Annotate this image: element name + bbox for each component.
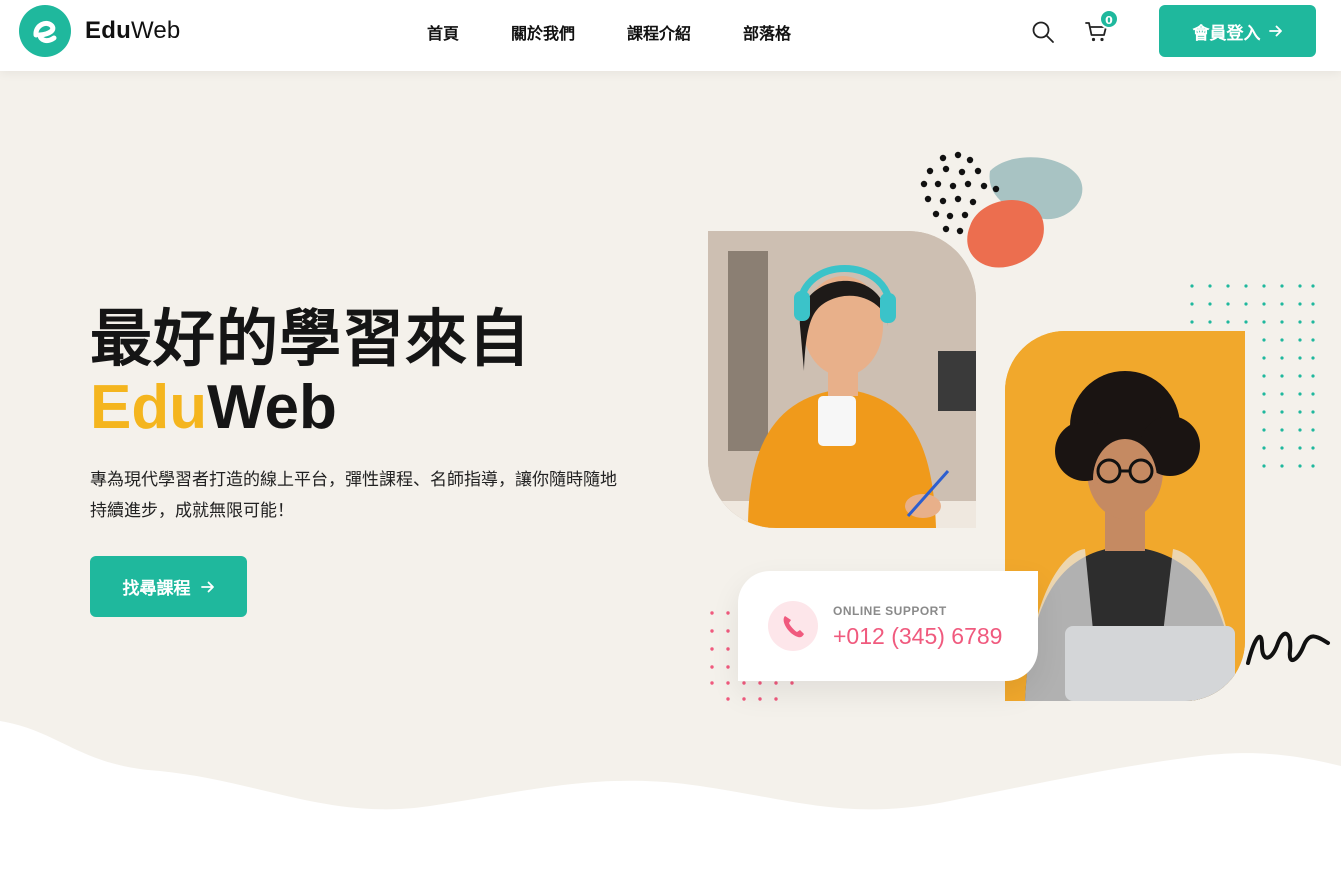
site-header: EduWeb 首頁 關於我們 課程介紹 部落格 0 會員登入 (0, 0, 1341, 71)
online-support-card: ONLINE SUPPORT +012 (345) 6789 (738, 571, 1038, 681)
login-button[interactable]: 會員登入 (1159, 5, 1316, 57)
support-label: ONLINE SUPPORT (833, 604, 947, 618)
main-nav: 首頁 關於我們 課程介紹 部落格 (427, 20, 791, 44)
nav-item-blog[interactable]: 部落格 (743, 20, 791, 44)
student-photo-woman (708, 231, 976, 528)
logo-text: EduWeb (85, 17, 181, 44)
student-photo-man (1005, 331, 1245, 701)
support-phone-number[interactable]: +012 (345) 6789 (833, 623, 1002, 650)
nav-item-about[interactable]: 關於我們 (511, 20, 575, 44)
login-button-label: 會員登入 (1192, 23, 1261, 43)
nav-item-home[interactable]: 首頁 (427, 20, 459, 44)
logo[interactable]: EduWeb (19, 5, 180, 57)
cart-count-badge: 0 (1099, 9, 1119, 29)
phone-icon (783, 616, 804, 638)
phone-icon-circle (768, 601, 818, 651)
arrow-right-icon (1268, 25, 1282, 37)
hero-section: 最好的學習來自 EduWeb 專為現代學習者打造的線上平台，彈性課程、名師指導，… (0, 71, 1341, 887)
nav-item-courses[interactable]: 課程介紹 (627, 20, 691, 44)
logo-icon (19, 5, 71, 57)
search-icon[interactable] (1031, 20, 1055, 44)
